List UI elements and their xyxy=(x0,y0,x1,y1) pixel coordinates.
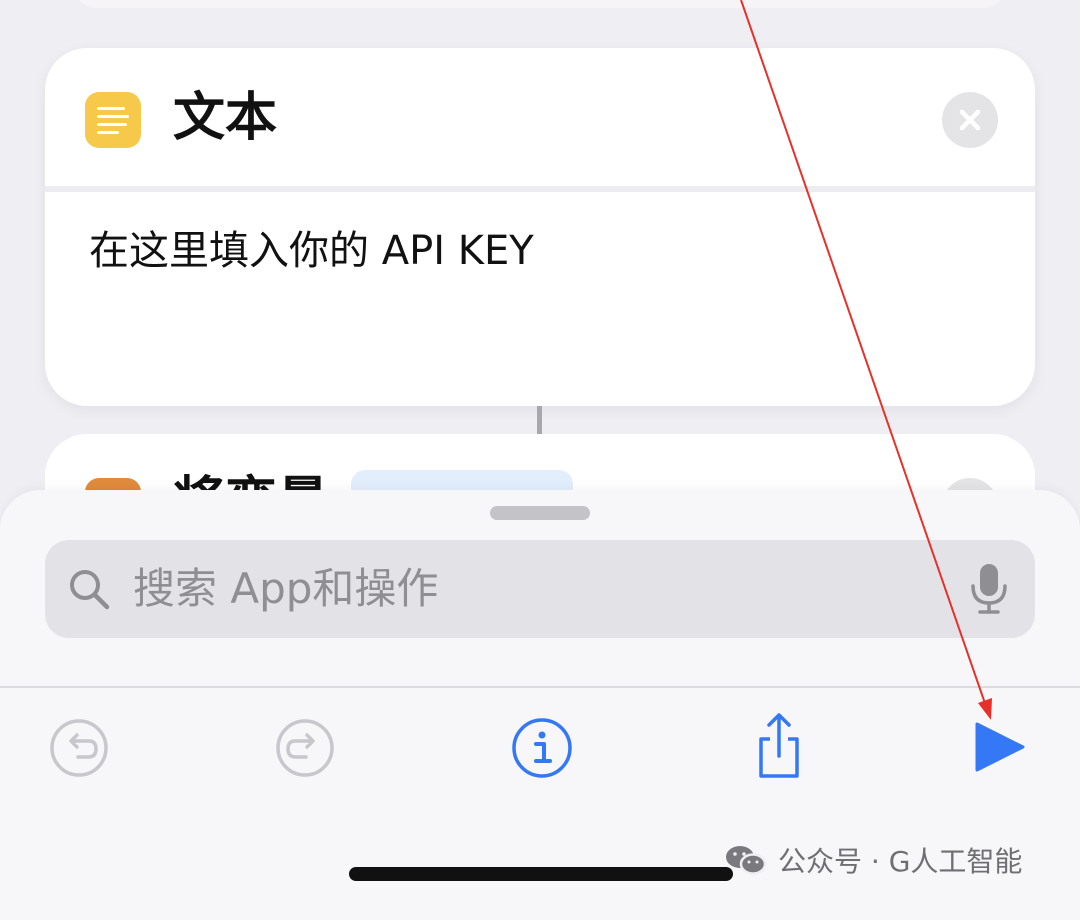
text-action-card[interactable]: 文本 在这里填入你的 API KEY xyxy=(45,48,1035,406)
undo-icon xyxy=(50,719,108,777)
play-icon xyxy=(975,722,1025,772)
close-icon xyxy=(959,109,981,131)
text-content-field[interactable]: 在这里填入你的 API KEY xyxy=(89,226,534,276)
search-icon xyxy=(70,570,110,610)
card-divider xyxy=(45,186,1035,192)
microphone-icon[interactable] xyxy=(967,562,1011,616)
redo-button[interactable] xyxy=(265,708,345,788)
run-button[interactable] xyxy=(959,708,1039,788)
home-indicator[interactable] xyxy=(349,867,733,881)
redo-icon xyxy=(276,719,334,777)
undo-button[interactable] xyxy=(39,708,119,788)
toolbar-divider xyxy=(0,686,1080,688)
watermark-text: 公众号 · G人工智能 xyxy=(778,845,1023,878)
previous-card-edge xyxy=(70,0,1010,8)
search-field[interactable]: 搜索 App和操作 xyxy=(45,540,1035,638)
share-icon xyxy=(759,713,799,778)
text-lines-icon xyxy=(85,92,141,148)
text-action-title: 文本 xyxy=(173,88,278,148)
info-button[interactable] xyxy=(502,708,582,788)
sheet-grabber-handle[interactable] xyxy=(490,506,590,520)
text-action-header: 文本 xyxy=(45,48,1035,188)
share-button[interactable] xyxy=(739,708,819,788)
info-icon xyxy=(512,718,572,778)
search-placeholder: 搜索 App和操作 xyxy=(133,564,439,613)
remove-action-button[interactable] xyxy=(942,92,998,148)
